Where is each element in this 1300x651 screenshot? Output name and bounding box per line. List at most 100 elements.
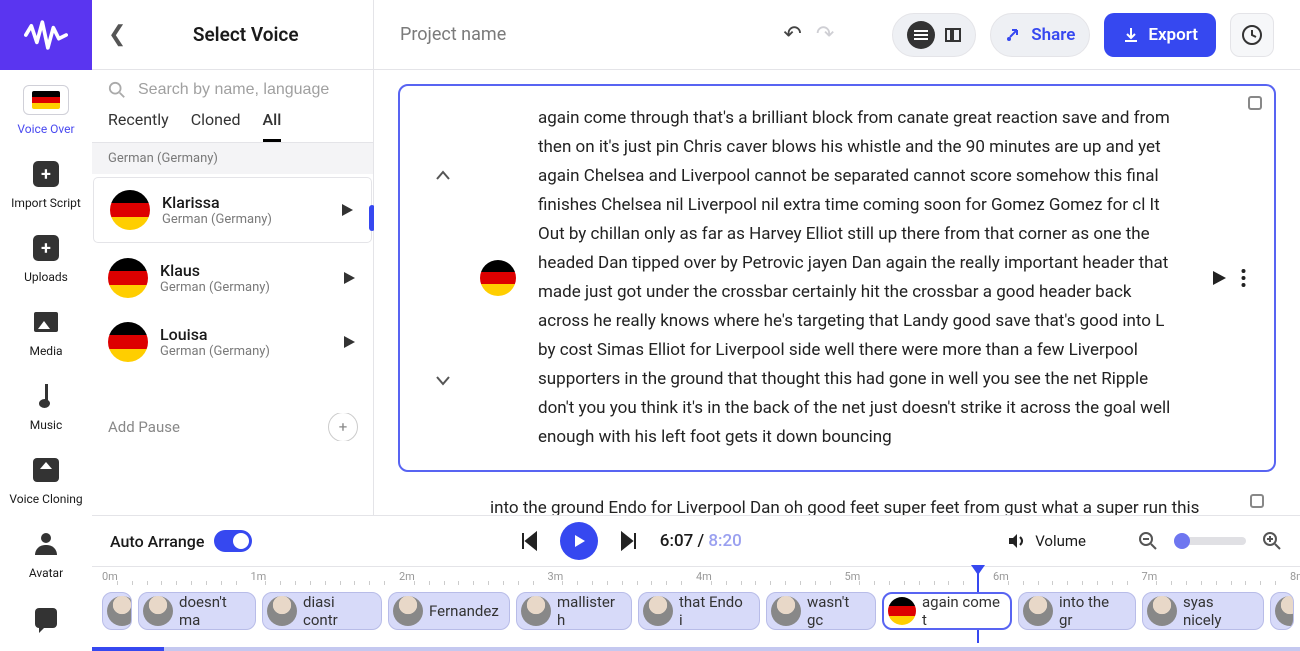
ruler-label: 7m bbox=[1142, 570, 1158, 583]
block-text[interactable]: again come through that's a brilliant bl… bbox=[538, 104, 1184, 452]
topbar: Project name ↶ ↷ Share Export bbox=[374, 0, 1300, 70]
voice-row-louisa[interactable]: Louisa German (Germany) bbox=[92, 310, 373, 374]
avatar-icon bbox=[643, 596, 673, 626]
zoom-slider[interactable] bbox=[1174, 537, 1246, 545]
flag-de-icon bbox=[108, 322, 148, 362]
nav-voice-cloning[interactable]: Voice Cloning bbox=[0, 440, 92, 514]
redo-icon[interactable]: ↷ bbox=[816, 22, 834, 47]
avatar-icon bbox=[1023, 596, 1053, 626]
timeline-clip[interactable]: into the gr bbox=[1018, 592, 1136, 630]
toggle-on-icon[interactable] bbox=[214, 530, 252, 552]
timeline-clip[interactable]: wasn't gc bbox=[766, 592, 876, 630]
auto-arrange-toggle[interactable]: Auto Arrange bbox=[110, 530, 252, 552]
ruler-label: 2m bbox=[399, 570, 415, 583]
script-block-active[interactable]: again come through that's a brilliant bl… bbox=[398, 84, 1276, 472]
nav-label: Uploads bbox=[24, 270, 68, 284]
voice-sub: German (Germany) bbox=[160, 344, 329, 359]
nav-label: Voice Over bbox=[17, 122, 74, 136]
block-text[interactable]: into the ground Endo for Liverpool Dan o… bbox=[490, 494, 1248, 515]
list-view-icon bbox=[907, 21, 935, 49]
timeline-clip[interactable]: syas nicely bbox=[1142, 592, 1264, 630]
nav-import-script[interactable]: + Import Script bbox=[0, 144, 92, 218]
avatar-icon bbox=[393, 596, 423, 626]
tab-all[interactable]: All bbox=[263, 110, 282, 142]
progress-bar[interactable] bbox=[92, 647, 1300, 651]
voice-preview-button[interactable] bbox=[339, 202, 355, 218]
download-icon bbox=[1122, 26, 1140, 44]
timeline-clip[interactable]: again come t bbox=[882, 592, 1012, 630]
timeline-clip[interactable]: Fernandez bbox=[388, 592, 510, 630]
timeline-clip[interactable]: that Endo i bbox=[638, 592, 760, 630]
export-button[interactable]: Export bbox=[1104, 13, 1216, 57]
image-icon bbox=[34, 312, 58, 332]
ruler-label: 5m bbox=[845, 570, 861, 583]
tab-cloned[interactable]: Cloned bbox=[191, 110, 241, 142]
checkbox-icon[interactable] bbox=[1250, 494, 1264, 508]
skip-next-icon[interactable] bbox=[618, 530, 640, 552]
left-nav: Voice Over + Import Script + Uploads Med… bbox=[0, 0, 92, 651]
timeline-ruler[interactable]: 0m1m2m3m4m5m6m7m8m bbox=[92, 566, 1300, 588]
playhead[interactable] bbox=[971, 565, 985, 579]
voice-search[interactable] bbox=[92, 70, 373, 100]
add-pause-row[interactable]: Add Pause + bbox=[108, 413, 358, 441]
voice-row-klaus[interactable]: Klaus German (Germany) bbox=[92, 246, 373, 310]
timeline-clip[interactable] bbox=[102, 592, 132, 630]
nav-media[interactable]: Media bbox=[0, 292, 92, 366]
play-button[interactable] bbox=[560, 522, 598, 560]
view-mode-pill[interactable] bbox=[892, 13, 976, 57]
checkbox-icon[interactable] bbox=[1248, 96, 1262, 110]
clip-label: syas nicely bbox=[1183, 593, 1253, 629]
chat-icon bbox=[35, 608, 57, 628]
block-voice-flag[interactable] bbox=[480, 104, 516, 452]
nav-uploads[interactable]: + Uploads bbox=[0, 218, 92, 292]
undo-icon[interactable]: ↶ bbox=[783, 22, 801, 47]
share-icon bbox=[1005, 26, 1023, 44]
avatar-icon bbox=[107, 596, 132, 626]
ruler-label: 6m bbox=[993, 570, 1009, 583]
move-up-icon[interactable] bbox=[434, 167, 452, 185]
ruler-label: 4m bbox=[696, 570, 712, 583]
skip-prev-icon[interactable] bbox=[518, 530, 540, 552]
nav-avatar[interactable]: Avatar bbox=[0, 514, 92, 588]
back-icon[interactable]: ❮ bbox=[108, 22, 126, 47]
nav-chat[interactable] bbox=[0, 588, 92, 644]
nav-label: Music bbox=[30, 418, 62, 432]
voice-row-klarissa[interactable]: Klarissa German (Germany) bbox=[94, 178, 371, 242]
play-block-icon[interactable] bbox=[1211, 270, 1227, 286]
voice-preview-button[interactable] bbox=[341, 334, 357, 350]
search-input[interactable] bbox=[136, 80, 357, 100]
voice-name: Louisa bbox=[160, 325, 329, 344]
script-block[interactable]: into the ground Endo for Liverpool Dan o… bbox=[398, 494, 1276, 515]
main-area: Project name ↶ ↷ Share Export bbox=[374, 0, 1300, 515]
project-name[interactable]: Project name bbox=[400, 24, 769, 45]
ruler-label: 1m bbox=[251, 570, 267, 583]
voice-preview-button[interactable] bbox=[341, 270, 357, 286]
timeline-clip[interactable]: mallister h bbox=[516, 592, 632, 630]
tab-recently[interactable]: Recently bbox=[108, 110, 169, 142]
app-logo[interactable] bbox=[0, 0, 92, 70]
more-icon[interactable] bbox=[1241, 269, 1246, 287]
nav-music[interactable]: Music bbox=[0, 366, 92, 440]
timeline-clip[interactable]: diasi contr bbox=[262, 592, 382, 630]
clip-label: Fernandez bbox=[429, 602, 499, 620]
move-down-icon[interactable] bbox=[434, 371, 452, 389]
timeline-clips: doesn't ma diasi contr Fernandez mallister … bbox=[102, 592, 1290, 634]
auto-arrange-label: Auto Arrange bbox=[110, 532, 204, 551]
nav-label: Import Script bbox=[11, 196, 81, 210]
zoom-out-icon[interactable] bbox=[1138, 531, 1158, 551]
add-pause-label: Add Pause bbox=[108, 418, 180, 436]
avatar-icon bbox=[267, 596, 297, 626]
avatar-icon bbox=[1147, 596, 1177, 626]
timeline-clip[interactable] bbox=[1270, 592, 1294, 630]
nav-voice-over[interactable]: Voice Over bbox=[0, 70, 92, 144]
person-icon bbox=[35, 533, 57, 555]
timeline[interactable]: 0m1m2m3m4m5m6m7m8m doesn't madiasi contr… bbox=[92, 566, 1300, 651]
clip-label: diasi contr bbox=[303, 593, 371, 629]
clip-label: doesn't ma bbox=[179, 593, 245, 629]
zoom-in-icon[interactable] bbox=[1262, 531, 1282, 551]
ruler-label: 3m bbox=[548, 570, 564, 583]
history-button[interactable] bbox=[1230, 13, 1274, 57]
volume-control[interactable]: Volume bbox=[1007, 532, 1086, 550]
share-button[interactable]: Share bbox=[990, 13, 1090, 57]
timeline-clip[interactable]: doesn't ma bbox=[138, 592, 256, 630]
